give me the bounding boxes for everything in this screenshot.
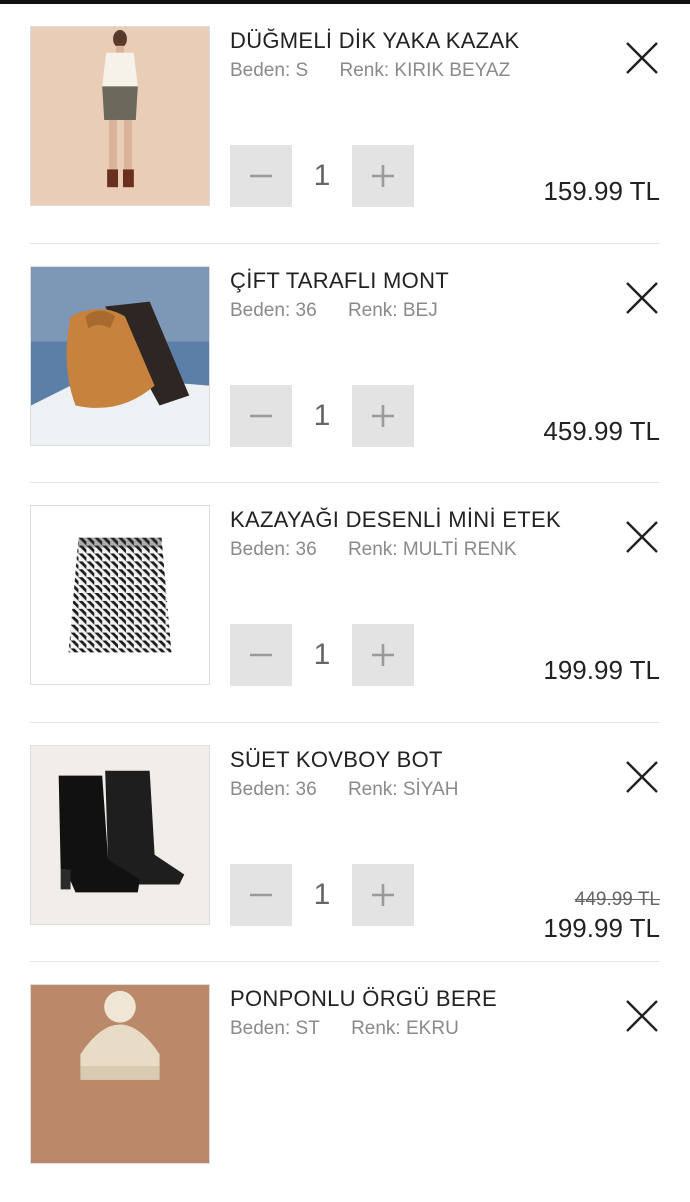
item-price: 459.99 TL bbox=[543, 415, 660, 446]
quantity-value: 1 bbox=[313, 398, 331, 432]
item-price: 159.99 TL bbox=[543, 176, 660, 206]
plus-icon bbox=[372, 883, 394, 906]
close-icon bbox=[626, 42, 658, 74]
increase-quantity-button[interactable] bbox=[352, 624, 414, 686]
cart-item-list: DÜĞMELİ DİK YAKA KAZAK Beden: S Renk: KI… bbox=[0, 4, 690, 1202]
product-name[interactable]: DÜĞMELİ DİK YAKA KAZAK bbox=[230, 28, 519, 54]
quantity-stepper: 1 bbox=[230, 384, 414, 447]
product-attributes: Beden: S Renk: KIRIK BEYAZ bbox=[230, 60, 510, 82]
quantity-value: 1 bbox=[313, 159, 331, 192]
minus-icon bbox=[250, 893, 272, 896]
quantity-stepper: 1 bbox=[230, 624, 414, 686]
color-label: Renk: bbox=[339, 60, 390, 81]
remove-item-button[interactable] bbox=[624, 40, 660, 76]
close-icon bbox=[626, 281, 658, 314]
quantity-stepper: 1 bbox=[230, 863, 414, 926]
remove-item-button[interactable] bbox=[624, 759, 660, 795]
increase-quantity-button[interactable] bbox=[352, 145, 414, 207]
size-value: 36 bbox=[295, 778, 317, 800]
item-price: 199.99 TL bbox=[543, 912, 660, 943]
size-value: ST bbox=[295, 1018, 320, 1039]
product-image-boots[interactable] bbox=[30, 744, 210, 925]
minus-icon bbox=[250, 174, 272, 178]
increase-quantity-button[interactable] bbox=[352, 863, 414, 926]
size-label: Beden: bbox=[230, 778, 291, 800]
color-value: KIRIK BEYAZ bbox=[394, 60, 511, 81]
increase-quantity-button[interactable] bbox=[352, 384, 414, 447]
size-value: 36 bbox=[295, 539, 317, 560]
product-name[interactable]: SÜET KOVBOY BOT bbox=[230, 747, 443, 773]
product-attributes: Beden: 36 Renk: SİYAH bbox=[230, 779, 458, 801]
product-image-sweater[interactable] bbox=[30, 26, 210, 206]
plus-icon bbox=[372, 165, 394, 187]
plus-icon bbox=[372, 404, 394, 427]
cart-item: SÜET KOVBOY BOT Beden: 36 Renk: SİYAH 1 … bbox=[0, 723, 690, 962]
close-icon bbox=[626, 1000, 658, 1032]
close-icon bbox=[626, 521, 658, 553]
size-label: Beden: bbox=[230, 1018, 291, 1039]
size-label: Beden: bbox=[230, 539, 291, 560]
cart-item: ÇİFT TARAFLI MONT Beden: 36 Renk: BEJ 1 … bbox=[0, 244, 690, 483]
product-attributes: Beden: 36 Renk: MULTİ RENK bbox=[230, 539, 517, 561]
cart-item: KAZAYAĞI DESENLİ MİNİ ETEK Beden: 36 Ren… bbox=[0, 483, 690, 723]
product-image-beanie[interactable] bbox=[30, 984, 210, 1164]
minus-icon bbox=[250, 414, 272, 417]
cart-item: DÜĞMELİ DİK YAKA KAZAK Beden: S Renk: KI… bbox=[0, 4, 690, 244]
decrease-quantity-button[interactable] bbox=[230, 145, 292, 207]
decrease-quantity-button[interactable] bbox=[230, 863, 292, 926]
color-label: Renk: bbox=[347, 778, 398, 800]
product-attributes: Beden: 36 Renk: BEJ bbox=[230, 300, 438, 322]
product-attributes: Beden: ST Renk: EKRU bbox=[230, 1018, 459, 1040]
color-label: Renk: bbox=[351, 1018, 401, 1039]
close-icon bbox=[626, 760, 658, 793]
size-value: S bbox=[295, 60, 309, 81]
product-name[interactable]: PONPONLU ÖRGÜ BERE bbox=[230, 986, 497, 1012]
minus-icon bbox=[250, 653, 272, 657]
item-price: 199.99 TL bbox=[543, 655, 660, 685]
plus-icon bbox=[372, 644, 394, 666]
color-value: MULTİ RENK bbox=[402, 539, 517, 560]
item-original-price: 449.99 TL bbox=[574, 888, 660, 910]
product-name[interactable]: KAZAYAĞI DESENLİ MİNİ ETEK bbox=[230, 507, 561, 533]
remove-item-button[interactable] bbox=[624, 998, 660, 1034]
quantity-stepper: 1 bbox=[230, 145, 414, 207]
decrease-quantity-button[interactable] bbox=[230, 624, 292, 686]
size-label: Beden: bbox=[230, 299, 291, 321]
product-name[interactable]: ÇİFT TARAFLI MONT bbox=[230, 268, 449, 294]
color-label: Renk: bbox=[347, 299, 398, 321]
remove-item-button[interactable] bbox=[624, 280, 660, 316]
cart-item: PONPONLU ÖRGÜ BERE Beden: ST Renk: EKRU bbox=[0, 962, 690, 1202]
decrease-quantity-button[interactable] bbox=[230, 384, 292, 447]
color-value: SİYAH bbox=[402, 778, 459, 800]
size-value: 36 bbox=[295, 299, 317, 321]
product-image-jacket[interactable] bbox=[30, 265, 210, 446]
product-image-skirt[interactable] bbox=[30, 505, 210, 685]
color-value: BEJ bbox=[402, 299, 438, 321]
color-value: EKRU bbox=[406, 1018, 459, 1039]
quantity-value: 1 bbox=[313, 638, 331, 671]
color-label: Renk: bbox=[347, 539, 398, 560]
quantity-value: 1 bbox=[313, 877, 331, 911]
size-label: Beden: bbox=[230, 60, 291, 81]
remove-item-button[interactable] bbox=[624, 519, 660, 555]
